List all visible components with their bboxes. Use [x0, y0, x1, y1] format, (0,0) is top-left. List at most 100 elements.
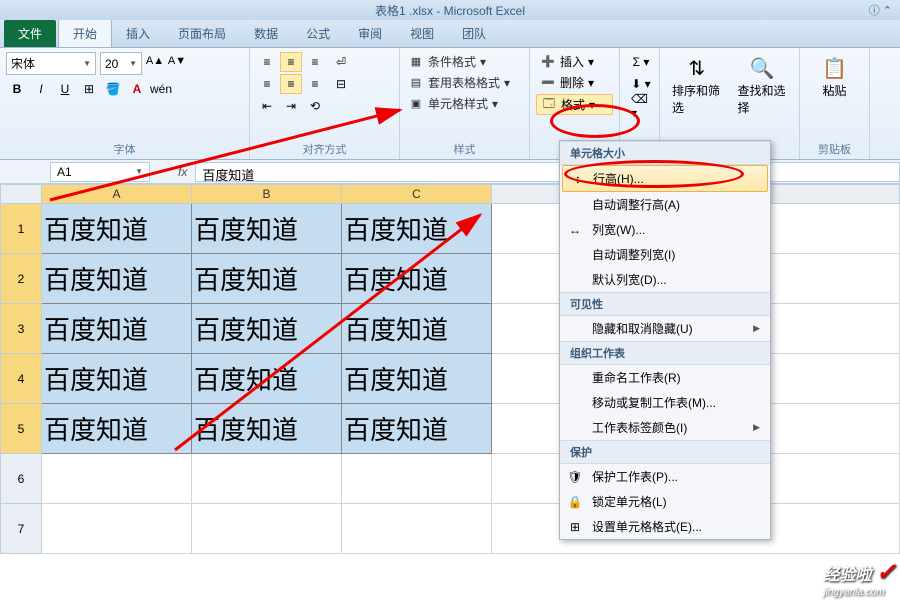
col-header-a[interactable]: A — [42, 184, 192, 204]
menu-format-cells[interactable]: ⊞设置单元格格式(E)... — [560, 514, 770, 539]
tab-layout[interactable]: 页面布局 — [164, 20, 240, 47]
phonetic-button[interactable]: wén — [150, 79, 172, 99]
tab-review[interactable]: 审阅 — [344, 20, 396, 47]
cell[interactable] — [342, 504, 492, 554]
bold-button[interactable]: B — [6, 79, 28, 99]
menu-tab-color[interactable]: 工作表标签颜色(I)▶ — [560, 415, 770, 440]
row-header[interactable]: 3 — [0, 304, 42, 354]
decrease-font-icon[interactable]: A▼ — [168, 52, 186, 70]
col-header-c[interactable]: C — [342, 184, 492, 204]
menu-autofit-col[interactable]: 自动调整列宽(I) — [560, 242, 770, 267]
cell[interactable]: 百度知道 — [42, 204, 192, 254]
tab-data[interactable]: 数据 — [240, 20, 292, 47]
conditional-format-button[interactable]: ▦条件格式 ▾ — [406, 52, 523, 71]
col-header-b[interactable]: B — [192, 184, 342, 204]
title-bar: 表格1 .xlsx - Microsoft Excel ⓘ ⌃ — [0, 0, 900, 20]
menu-autofit-row[interactable]: 自动调整行高(A) — [560, 192, 770, 217]
fx-icon[interactable]: fx — [170, 165, 195, 179]
fill-icon[interactable]: ⬇ ▾ — [630, 74, 652, 94]
delete-cells-button[interactable]: ➖删除 ▾ — [536, 73, 613, 92]
indent-inc-icon[interactable]: ⇥ — [280, 96, 302, 116]
orientation-icon[interactable]: ⟲ — [304, 96, 326, 116]
align-top-icon[interactable]: ≡ — [256, 52, 278, 72]
align-left-icon[interactable]: ≡ — [256, 74, 278, 94]
cell[interactable]: 百度知道 — [342, 404, 492, 454]
align-bottom-icon[interactable]: ≡ — [304, 52, 326, 72]
menu-protect-sheet[interactable]: 🛡保护工作表(P)... — [560, 464, 770, 489]
wrap-text-icon[interactable]: ⏎ — [330, 52, 352, 72]
styles-group-label: 样式 — [406, 139, 523, 157]
row-header[interactable]: 5 — [0, 404, 42, 454]
tab-formula[interactable]: 公式 — [292, 20, 344, 47]
align-group-label: 对齐方式 — [256, 139, 393, 157]
format-cells-icon: ⊞ — [566, 519, 584, 535]
cell[interactable]: 百度知道 — [342, 204, 492, 254]
font-size-combo[interactable]: 20▼ — [100, 52, 142, 75]
row-header[interactable]: 6 — [0, 454, 42, 504]
cell[interactable] — [192, 504, 342, 554]
menu-hide-unhide[interactable]: 隐藏和取消隐藏(U)▶ — [560, 316, 770, 341]
insert-cells-button[interactable]: ➕插入 ▾ — [536, 52, 613, 71]
cell[interactable] — [42, 454, 192, 504]
cell[interactable]: 百度知道 — [192, 304, 342, 354]
indent-dec-icon[interactable]: ⇤ — [256, 96, 278, 116]
cell[interactable]: 百度知道 — [342, 254, 492, 304]
tab-view[interactable]: 视图 — [396, 20, 448, 47]
cell[interactable]: 百度知道 — [42, 254, 192, 304]
menu-row-height[interactable]: ↕行高(H)... — [562, 165, 768, 192]
row-header[interactable]: 2 — [0, 254, 42, 304]
increase-font-icon[interactable]: A▲ — [146, 52, 164, 70]
name-box[interactable]: A1▼ — [50, 162, 150, 182]
border-button[interactable]: ⊞ — [78, 79, 100, 99]
tab-insert[interactable]: 插入 — [112, 20, 164, 47]
cell[interactable]: 百度知道 — [192, 254, 342, 304]
font-name-combo[interactable]: 宋体▼ — [6, 52, 96, 75]
menu-rename-sheet[interactable]: 重命名工作表(R) — [560, 365, 770, 390]
menu-default-width[interactable]: 默认列宽(D)... — [560, 267, 770, 292]
cell[interactable] — [342, 454, 492, 504]
tab-home[interactable]: 开始 — [58, 19, 112, 47]
menu-move-sheet[interactable]: 移动或复制工作表(M)... — [560, 390, 770, 415]
cell[interactable]: 百度知道 — [42, 354, 192, 404]
cell[interactable] — [42, 504, 192, 554]
paste-button[interactable]: 📋粘贴 — [806, 52, 863, 101]
cell[interactable]: 百度知道 — [42, 304, 192, 354]
clear-icon[interactable]: ⌫ ▾ — [630, 96, 652, 116]
cell[interactable]: 百度知道 — [192, 354, 342, 404]
row-header[interactable]: 1 — [0, 204, 42, 254]
sort-filter-button[interactable]: ⇅排序和筛选 — [666, 52, 728, 118]
cell[interactable]: 百度知道 — [42, 404, 192, 454]
protect-icon: 🛡 — [566, 469, 584, 485]
row-header[interactable]: 7 — [0, 504, 42, 554]
select-all-corner[interactable] — [0, 184, 42, 204]
menu-lock-cell[interactable]: 🔒锁定单元格(L) — [560, 489, 770, 514]
menu-col-width[interactable]: ↔列宽(W)... — [560, 217, 770, 242]
formula-input[interactable]: 百度知道 — [195, 162, 900, 182]
tab-team[interactable]: 团队 — [448, 20, 500, 47]
align-center-icon[interactable]: ≡ — [280, 74, 302, 94]
row-header[interactable]: 4 — [0, 354, 42, 404]
cell[interactable] — [192, 454, 342, 504]
cell[interactable]: 百度知道 — [192, 204, 342, 254]
submenu-arrow-icon: ▶ — [753, 323, 760, 334]
align-middle-icon[interactable]: ≡ — [280, 52, 302, 72]
table-format-button[interactable]: ▤套用表格格式 ▾ — [406, 73, 523, 92]
cell[interactable]: 百度知道 — [342, 354, 492, 404]
font-color-button[interactable]: A — [126, 79, 148, 99]
find-select-button[interactable]: 🔍查找和选择 — [732, 52, 794, 118]
fill-color-button[interactable]: 🪣 — [102, 79, 124, 99]
align-right-icon[interactable]: ≡ — [304, 74, 326, 94]
autosum-icon[interactable]: Σ ▾ — [630, 52, 652, 72]
tab-file[interactable]: 文件 — [4, 20, 56, 47]
cell-style-button[interactable]: ▣单元格样式 ▾ — [406, 94, 523, 113]
row-height-icon: ↕ — [569, 171, 587, 187]
ribbon-tabs: 文件 开始 插入 页面布局 数据 公式 审阅 视图 团队 — [0, 20, 900, 48]
format-cells-button[interactable]: 🗔格式 ▾ — [536, 94, 613, 115]
help-icon[interactable]: ⓘ ⌃ — [869, 2, 892, 18]
underline-button[interactable]: U — [54, 79, 76, 99]
cell[interactable]: 百度知道 — [192, 404, 342, 454]
cell[interactable]: 百度知道 — [342, 304, 492, 354]
italic-button[interactable]: I — [30, 79, 52, 99]
merge-icon[interactable]: ⊟ — [330, 74, 352, 94]
clipboard-group-label: 剪贴板 — [806, 139, 863, 157]
